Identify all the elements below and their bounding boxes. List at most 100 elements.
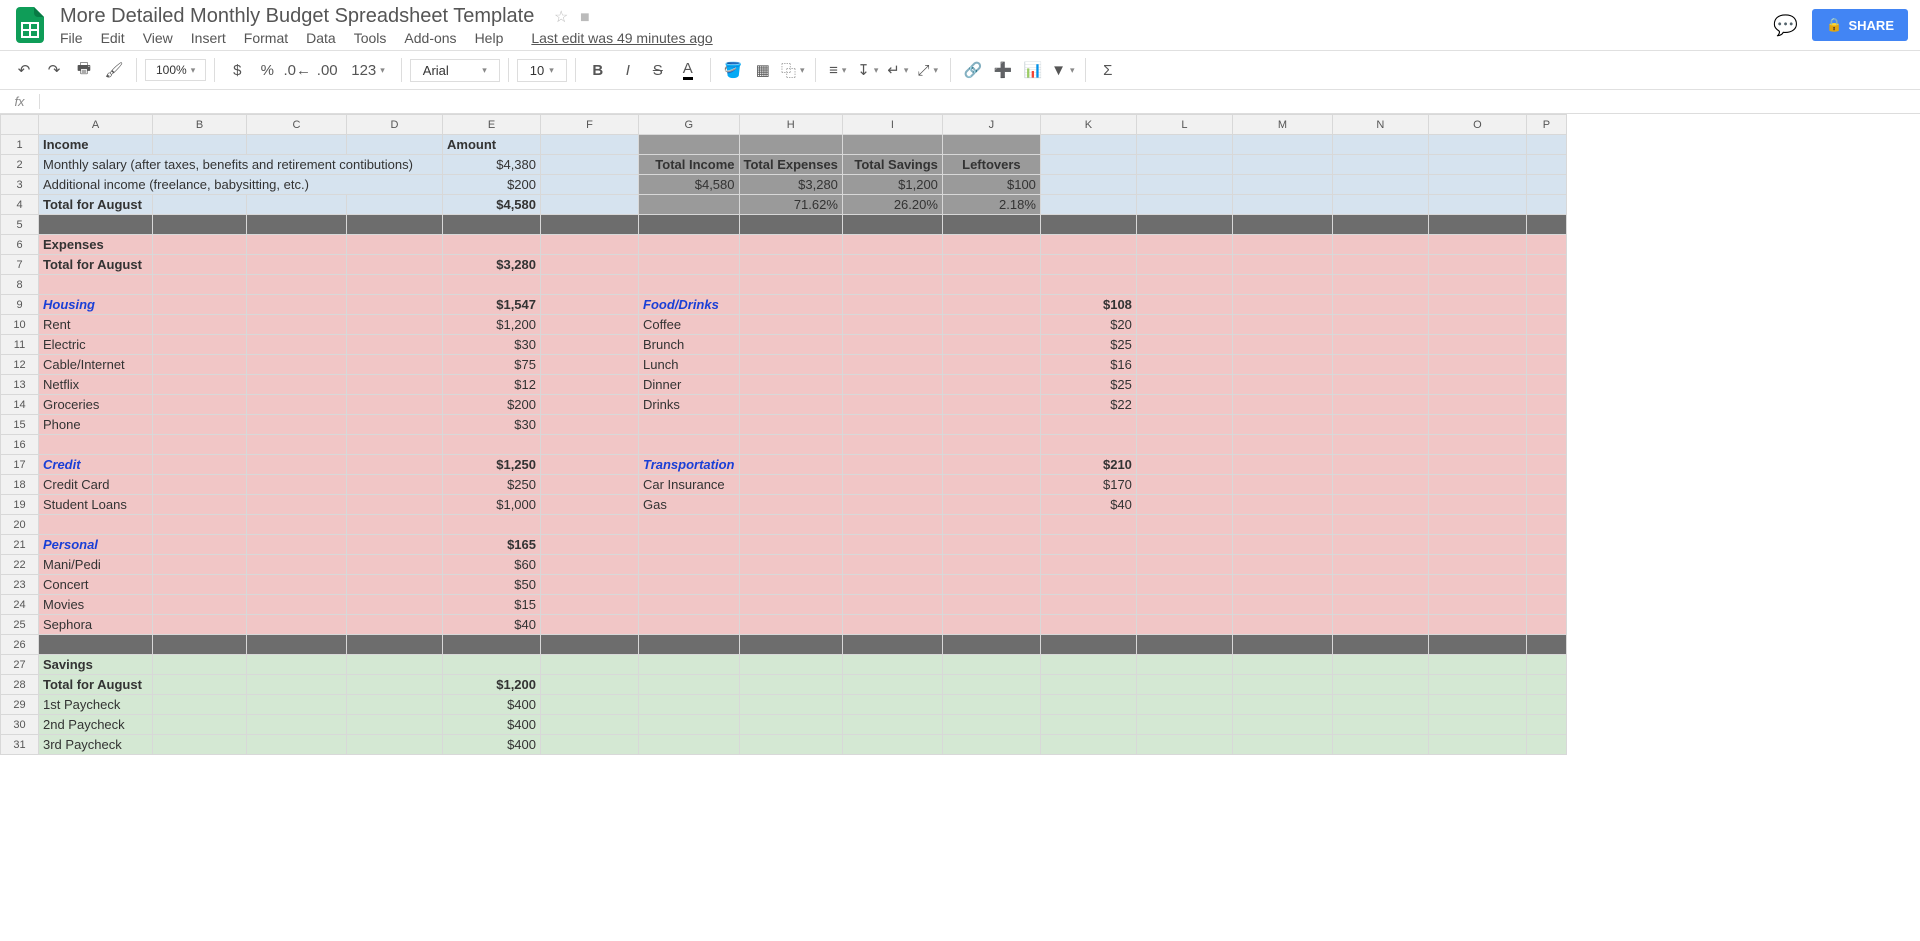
cell-B8[interactable] xyxy=(153,275,247,295)
cell-K2[interactable] xyxy=(1040,155,1136,175)
cell-C1[interactable] xyxy=(247,135,347,155)
cell-P17[interactable] xyxy=(1526,455,1566,475)
cell-H5[interactable] xyxy=(739,215,842,235)
cell-H1[interactable] xyxy=(739,135,842,155)
cell-G19[interactable]: Gas xyxy=(639,495,740,515)
insert-link-icon[interactable]: 🔗 xyxy=(959,56,987,84)
cell-K8[interactable] xyxy=(1040,275,1136,295)
cell-B22[interactable] xyxy=(153,555,247,575)
cell-D24[interactable] xyxy=(347,595,443,615)
row-header-28[interactable]: 28 xyxy=(1,675,39,695)
cell-H14[interactable] xyxy=(739,395,842,415)
cell-C12[interactable] xyxy=(247,355,347,375)
cell-J12[interactable] xyxy=(942,355,1040,375)
cell-J18[interactable] xyxy=(942,475,1040,495)
cell-F25[interactable] xyxy=(541,615,639,635)
text-color-icon[interactable]: A xyxy=(674,56,702,84)
cell-O27[interactable] xyxy=(1428,655,1526,675)
cell-E14[interactable]: $200 xyxy=(443,395,541,415)
cell-E17[interactable]: $1,250 xyxy=(443,455,541,475)
cell-J19[interactable] xyxy=(942,495,1040,515)
cell-E5[interactable] xyxy=(443,215,541,235)
cell-A19[interactable]: Student Loans xyxy=(39,495,153,515)
cell-O22[interactable] xyxy=(1428,555,1526,575)
cell-H3[interactable]: $3,280 xyxy=(739,175,842,195)
cell-I1[interactable] xyxy=(842,135,942,155)
cell-I5[interactable] xyxy=(842,215,942,235)
cell-F12[interactable] xyxy=(541,355,639,375)
cell-M7[interactable] xyxy=(1232,255,1332,275)
cell-M22[interactable] xyxy=(1232,555,1332,575)
cell-K5[interactable] xyxy=(1040,215,1136,235)
cell-N29[interactable] xyxy=(1332,695,1428,715)
cell-I6[interactable] xyxy=(842,235,942,255)
row-header-20[interactable]: 20 xyxy=(1,515,39,535)
cell-K9[interactable]: $108 xyxy=(1040,295,1136,315)
cell-N25[interactable] xyxy=(1332,615,1428,635)
cell-G20[interactable] xyxy=(639,515,740,535)
cell-E12[interactable]: $75 xyxy=(443,355,541,375)
menu-edit[interactable]: Edit xyxy=(101,30,125,46)
cell-A26[interactable] xyxy=(39,635,153,655)
cell-G14[interactable]: Drinks xyxy=(639,395,740,415)
cell-M2[interactable] xyxy=(1232,155,1332,175)
cell-F14[interactable] xyxy=(541,395,639,415)
cell-H2[interactable]: Total Expenses xyxy=(739,155,842,175)
cell-J15[interactable] xyxy=(942,415,1040,435)
cell-L17[interactable] xyxy=(1136,455,1232,475)
cell-J5[interactable] xyxy=(942,215,1040,235)
cell-E10[interactable]: $1,200 xyxy=(443,315,541,335)
cell-E7[interactable]: $3,280 xyxy=(443,255,541,275)
cell-C7[interactable] xyxy=(247,255,347,275)
cell-P2[interactable] xyxy=(1526,155,1566,175)
cell-K15[interactable] xyxy=(1040,415,1136,435)
cell-B17[interactable] xyxy=(153,455,247,475)
cell-P23[interactable] xyxy=(1526,575,1566,595)
menu-insert[interactable]: Insert xyxy=(191,30,226,46)
cell-B30[interactable] xyxy=(153,715,247,735)
row-header-29[interactable]: 29 xyxy=(1,695,39,715)
row-header-30[interactable]: 30 xyxy=(1,715,39,735)
cell-L1[interactable] xyxy=(1136,135,1232,155)
cell-M15[interactable] xyxy=(1232,415,1332,435)
cell-P20[interactable] xyxy=(1526,515,1566,535)
cell-F19[interactable] xyxy=(541,495,639,515)
sheets-logo-icon[interactable] xyxy=(12,7,48,43)
cell-P10[interactable] xyxy=(1526,315,1566,335)
cell-E18[interactable]: $250 xyxy=(443,475,541,495)
cell-F5[interactable] xyxy=(541,215,639,235)
cell-P1[interactable] xyxy=(1526,135,1566,155)
cell-P22[interactable] xyxy=(1526,555,1566,575)
cell-G31[interactable] xyxy=(639,735,740,755)
cell-F28[interactable] xyxy=(541,675,639,695)
cell-A11[interactable]: Electric xyxy=(39,335,153,355)
cell-M4[interactable] xyxy=(1232,195,1332,215)
cell-E25[interactable]: $40 xyxy=(443,615,541,635)
cell-H31[interactable] xyxy=(739,735,842,755)
cell-L19[interactable] xyxy=(1136,495,1232,515)
formula-input[interactable] xyxy=(40,92,1920,111)
cell-F8[interactable] xyxy=(541,275,639,295)
cell-O31[interactable] xyxy=(1428,735,1526,755)
cell-E30[interactable]: $400 xyxy=(443,715,541,735)
cell-K30[interactable] xyxy=(1040,715,1136,735)
row-header-25[interactable]: 25 xyxy=(1,615,39,635)
cell-H11[interactable] xyxy=(739,335,842,355)
cell-N11[interactable] xyxy=(1332,335,1428,355)
cell-K26[interactable] xyxy=(1040,635,1136,655)
cell-C9[interactable] xyxy=(247,295,347,315)
cell-O20[interactable] xyxy=(1428,515,1526,535)
cell-L27[interactable] xyxy=(1136,655,1232,675)
cell-N21[interactable] xyxy=(1332,535,1428,555)
cell-H22[interactable] xyxy=(739,555,842,575)
cell-M26[interactable] xyxy=(1232,635,1332,655)
cell-N8[interactable] xyxy=(1332,275,1428,295)
cell-D25[interactable] xyxy=(347,615,443,635)
column-header-D[interactable]: D xyxy=(347,115,443,135)
cell-L31[interactable] xyxy=(1136,735,1232,755)
cell-O4[interactable] xyxy=(1428,195,1526,215)
cell-I10[interactable] xyxy=(842,315,942,335)
cell-C25[interactable] xyxy=(247,615,347,635)
row-header-15[interactable]: 15 xyxy=(1,415,39,435)
cell-H23[interactable] xyxy=(739,575,842,595)
